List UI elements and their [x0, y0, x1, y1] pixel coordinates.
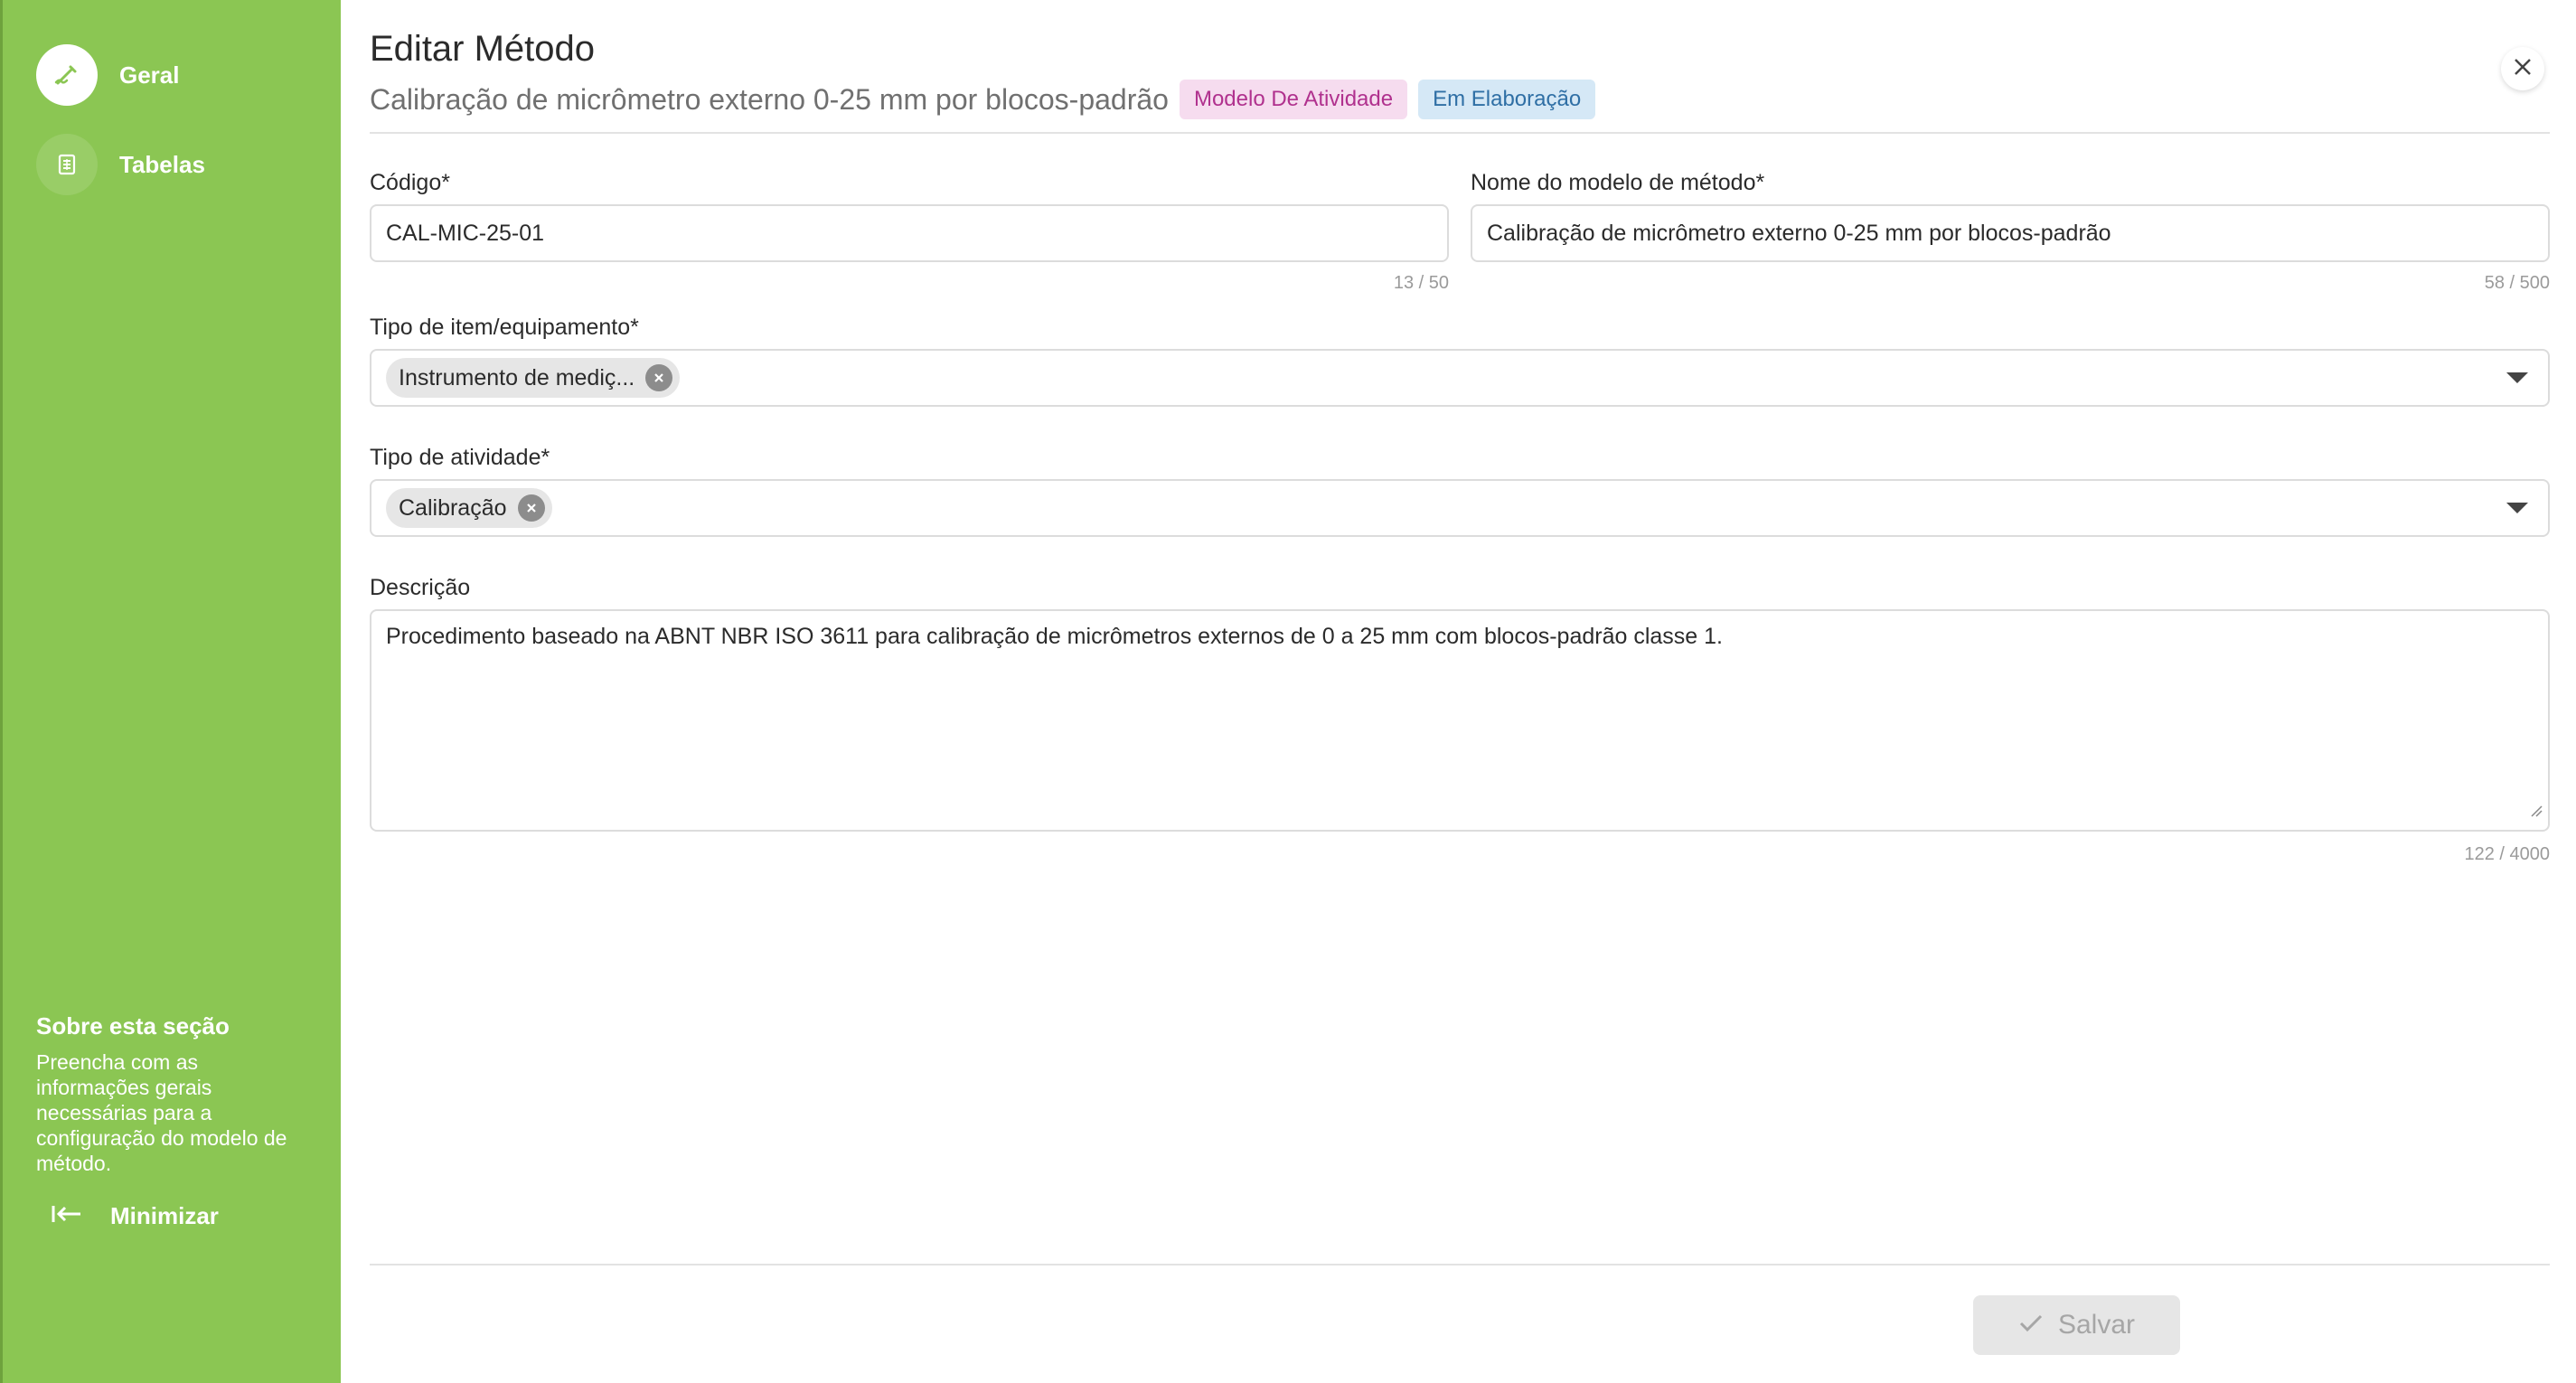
- descricao-counter: 122 / 4000: [2464, 844, 2550, 864]
- chip-label: Instrumento de mediç...: [399, 364, 635, 390]
- main-content: Editar Método Calibração de micrômetro e…: [370, 0, 2550, 1383]
- chip-label: Calibração: [399, 494, 507, 521]
- minimize-label: Minimizar: [110, 1202, 219, 1229]
- about-title: Sobre esta seção: [36, 1012, 230, 1040]
- nome-input[interactable]: Calibração de micrômetro externo 0-25 mm…: [1471, 204, 2550, 262]
- tipo-item-chip: Instrumento de mediç...: [386, 358, 681, 398]
- close-icon: [2513, 57, 2533, 81]
- nome-counter: 58 / 500: [2484, 273, 2550, 293]
- codigo-label: Código*: [370, 170, 450, 195]
- page-subtitle: Calibração de micrômetro externo 0-25 mm…: [370, 82, 1169, 116]
- pen-icon: [36, 44, 98, 106]
- status-badge-model: Modelo De Atividade: [1179, 80, 1408, 119]
- footer-divider: [370, 1264, 2550, 1265]
- collapse-left-icon: [51, 1203, 83, 1229]
- save-label: Salvar: [2057, 1310, 2136, 1340]
- sidebar-item-label: Tabelas: [119, 150, 205, 178]
- sidebar-item-label: Geral: [119, 61, 180, 89]
- remove-chip-icon[interactable]: [645, 364, 673, 391]
- sidebar: Geral Tabelas Sobre esta seção Preencha …: [0, 0, 341, 1383]
- tipo-atividade-select[interactable]: Calibração: [370, 479, 2550, 537]
- nome-value: Calibração de micrômetro externo 0-25 mm…: [1487, 220, 2111, 246]
- save-button[interactable]: Salvar: [1973, 1295, 2180, 1355]
- tipo-item-select[interactable]: Instrumento de mediç...: [370, 349, 2550, 407]
- check-icon: [2018, 1310, 2044, 1341]
- status-badge-state: Em Elaboração: [1418, 80, 1596, 119]
- about-text: Preencha com as informações gerais neces…: [36, 1050, 287, 1175]
- header-subline: Calibração de micrômetro externo 0-25 mm…: [370, 80, 1596, 119]
- header-divider: [370, 132, 2550, 134]
- codigo-value: CAL-MIC-25-01: [386, 220, 545, 246]
- table-icon: [36, 134, 98, 195]
- sidebar-item-tabelas[interactable]: Tabelas: [36, 133, 205, 196]
- sidebar-edge: [0, 0, 3, 1383]
- descricao-value: Procedimento baseado na ABNT NBR ISO 361…: [386, 624, 1723, 649]
- page-title: Editar Método: [370, 29, 596, 69]
- chevron-down-icon[interactable]: [2506, 503, 2528, 513]
- codigo-input[interactable]: CAL-MIC-25-01: [370, 204, 1449, 262]
- edit-method-dialog: Geral Tabelas Sobre esta seção Preencha …: [0, 0, 2576, 1383]
- descricao-textarea[interactable]: Procedimento baseado na ABNT NBR ISO 361…: [370, 609, 2550, 832]
- close-button[interactable]: [2501, 47, 2544, 90]
- tipo-item-label: Tipo de item/equipamento*: [370, 315, 639, 340]
- descricao-label: Descrição: [370, 575, 471, 600]
- about-section: Sobre esta seção Preencha com as informa…: [36, 1012, 307, 1176]
- remove-chip-icon[interactable]: [517, 494, 545, 522]
- codigo-counter: 13 / 50: [1393, 273, 1449, 293]
- tipo-atividade-label: Tipo de atividade*: [370, 445, 550, 470]
- minimize-button[interactable]: Minimizar: [51, 1202, 219, 1230]
- resize-handle-icon[interactable]: [2530, 795, 2543, 824]
- nome-label: Nome do modelo de método*: [1471, 170, 1765, 195]
- tipo-atividade-chip: Calibração: [386, 488, 552, 528]
- sidebar-item-geral[interactable]: Geral: [36, 43, 180, 107]
- chevron-down-icon[interactable]: [2506, 372, 2528, 383]
